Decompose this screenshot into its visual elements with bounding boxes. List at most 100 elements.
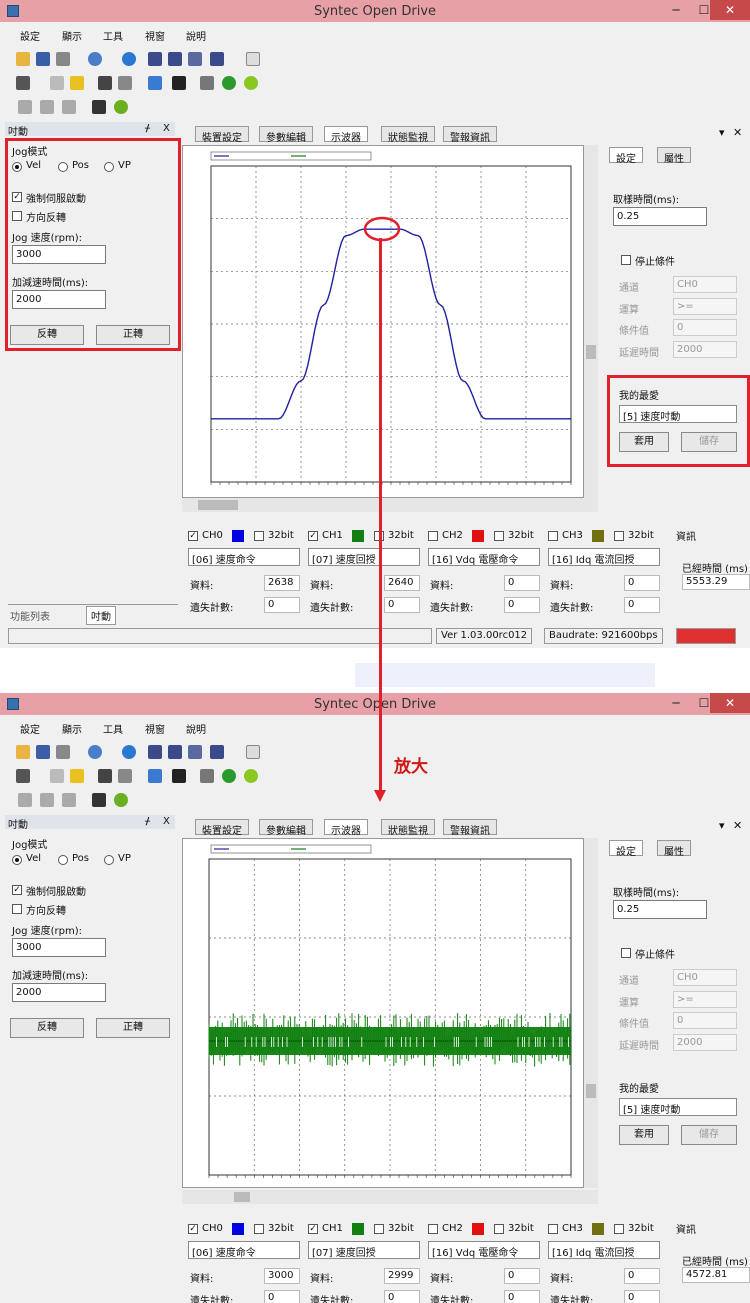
oscilloscope-plot-zoomed[interactable] [182,838,584,1188]
ch1-color-swatch[interactable] [352,530,364,542]
ch0-checkbox-2[interactable]: ✓ [188,1224,198,1234]
horizontal-scrollbar-2[interactable] [182,1190,598,1204]
ch1-32bit-checkbox-2[interactable] [374,1224,384,1234]
param-icon[interactable] [148,76,162,90]
ch3-32bit-checkbox[interactable] [614,531,624,541]
vertical-scrollbar[interactable] [584,145,598,498]
menu-settings[interactable]: 設定 [20,28,40,43]
forward-button-2[interactable]: 正轉 [96,1018,170,1038]
ch2-checkbox-2[interactable] [428,1224,438,1234]
up-icon[interactable] [18,793,32,807]
refresh-icon[interactable] [16,769,30,783]
stop-condition-checkbox[interactable] [621,255,631,265]
tune-icon[interactable] [114,793,128,807]
ch3-signal-select-2[interactable]: [16] Idq 電流回授 [548,1241,660,1259]
ch1-checkbox[interactable]: ✓ [308,531,318,541]
tab-close-icon[interactable]: ✕ [733,126,742,139]
help-icon[interactable] [88,745,102,759]
vertical-scrollbar-2[interactable] [584,838,598,1188]
tab-close-icon-2[interactable]: ✕ [733,819,742,832]
record-icon[interactable] [200,769,214,783]
tab-alarm-info-2[interactable]: 警報資訊 [443,819,497,837]
refresh-icon[interactable] [16,76,30,90]
ch2-color-swatch-2[interactable] [472,1223,484,1235]
wrench-icon[interactable] [92,100,106,114]
up-icon[interactable] [18,100,32,114]
dock-tab-function-list[interactable]: 功能列表 [10,608,50,623]
zoom-out-icon[interactable] [168,745,182,759]
help-icon[interactable] [88,52,102,66]
ch1-color-swatch-2[interactable] [352,1223,364,1235]
ch3-color-swatch-2[interactable] [592,1223,604,1235]
stop-condition-checkbox-2[interactable] [621,948,631,958]
ch3-checkbox-2[interactable] [548,1224,558,1234]
open-icon[interactable] [16,745,30,759]
document-icon[interactable] [50,769,64,783]
delay-input-2[interactable]: 2000 [673,1034,737,1051]
ch2-signal-select[interactable]: [16] Vdq 電壓命令 [428,548,540,566]
zoom-in-icon[interactable] [148,745,162,759]
operator-select-2[interactable]: >= [673,991,737,1008]
mode-vel-radio-2[interactable] [12,855,22,865]
tab-device-settings-2[interactable]: 裝置設定 [195,819,249,837]
tab-dropdown-icon[interactable]: ▾ [719,126,725,139]
ch0-32bit-checkbox-2[interactable] [254,1224,264,1234]
close-button[interactable]: ✕ [710,0,750,20]
oscilloscope-plot[interactable] [182,145,584,498]
menu-window[interactable]: 視窗 [145,28,165,43]
operator-select[interactable]: >= [673,298,737,315]
reverse-button-2[interactable]: 反轉 [10,1018,84,1038]
dock-close-button[interactable]: X [163,123,170,134]
arrow-icon[interactable] [118,76,132,90]
ch0-signal-select-2[interactable]: [06] 速度命令 [188,1241,300,1259]
condition-value-input-2[interactable]: 0 [673,1012,737,1029]
properties-tab[interactable]: 屬性 [657,147,691,165]
zoom-reset-icon[interactable] [210,52,224,66]
wrench-icon[interactable] [92,793,106,807]
settings-tab-2[interactable]: 設定 [609,840,643,858]
ch1-signal-select[interactable]: [07] 速度回授 [308,548,420,566]
print-icon[interactable] [56,745,70,759]
dock-pin-button[interactable]: ᚋ [145,123,150,134]
chart-icon[interactable] [246,52,260,66]
ch2-checkbox[interactable] [428,531,438,541]
arrow-icon[interactable] [118,769,132,783]
tab-status-monitor-2[interactable]: 狀態監視 [381,819,435,837]
apply-button-2[interactable]: 套用 [619,1125,669,1145]
tab-status-monitor[interactable]: 狀態監視 [381,126,435,144]
ch3-32bit-checkbox-2[interactable] [614,1224,624,1234]
zoom-fit-icon[interactable] [188,52,202,66]
menu-tools[interactable]: 工具 [103,28,123,43]
mode-pos-radio-2[interactable] [58,855,68,865]
tab-oscilloscope-2[interactable]: 示波器 [324,819,368,837]
document-icon[interactable] [50,76,64,90]
tab-param-edit-2[interactable]: 參數編輯 [259,819,313,837]
tab-oscilloscope[interactable]: 示波器 [324,126,368,144]
tab-dropdown-icon-2[interactable]: ▾ [719,819,725,832]
minimize-button-2[interactable]: ─ [662,693,690,713]
sample-time-input[interactable]: 0.25 [613,207,707,226]
ch1-checkbox-2[interactable]: ✓ [308,1224,318,1234]
channel-select-2[interactable]: CH0 [673,969,737,986]
run-icon[interactable] [244,769,258,783]
warning-icon[interactable] [70,769,84,783]
ch0-32bit-checkbox[interactable] [254,531,264,541]
dock-close-button-2[interactable]: X [163,816,170,827]
ch3-signal-select[interactable]: [16] Idq 電流回授 [548,548,660,566]
zoom-reset-icon[interactable] [210,745,224,759]
ch2-32bit-checkbox-2[interactable] [494,1224,504,1234]
device-icon[interactable] [98,769,112,783]
ch2-32bit-checkbox[interactable] [494,531,504,541]
delay-input[interactable]: 2000 [673,341,737,358]
menu-window-2[interactable]: 視窗 [145,721,165,736]
accel-time-input-2[interactable]: 2000 [12,983,106,1002]
menu-settings-2[interactable]: 設定 [20,721,40,736]
save-icon[interactable] [36,52,50,66]
menu-view-2[interactable]: 顯示 [62,721,82,736]
reverse-checkbox-2[interactable] [12,904,22,914]
condition-value-input[interactable]: 0 [673,319,737,336]
connect-icon[interactable] [122,52,136,66]
ch3-checkbox[interactable] [548,531,558,541]
tab-device-settings[interactable]: 裝置設定 [195,126,249,144]
mode-vp-radio-2[interactable] [104,855,114,865]
